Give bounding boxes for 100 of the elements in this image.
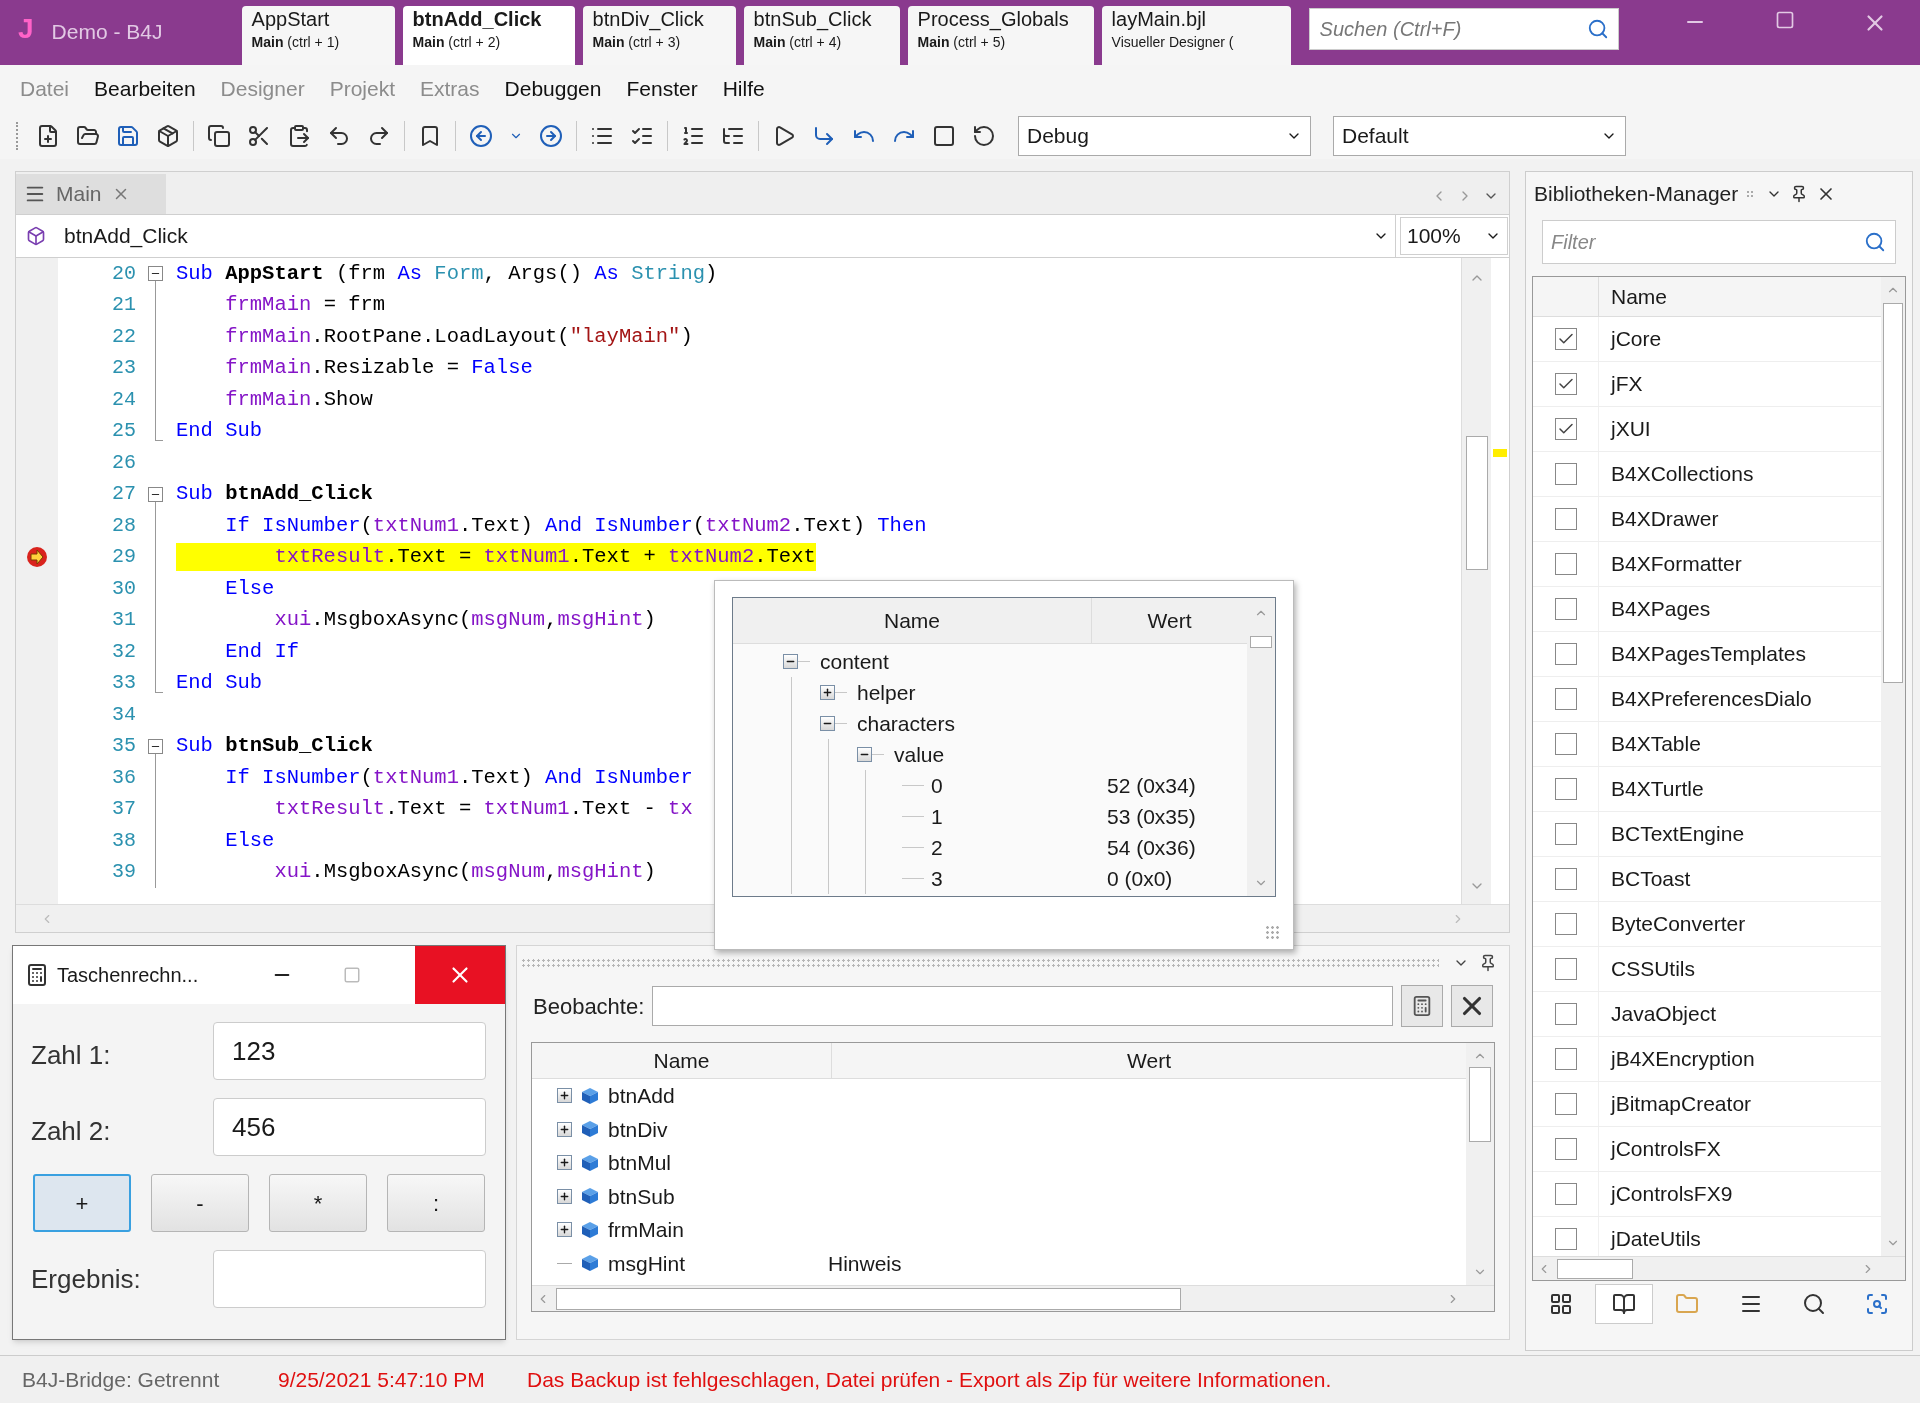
collapse-icon[interactable] [820, 716, 835, 731]
resize-grip[interactable] [1265, 925, 1279, 939]
file-tab[interactable]: btnSub_Click Main (ctrl + 4) [743, 6, 900, 65]
library-name[interactable]: B4XTurtle [1599, 773, 1704, 805]
library-name[interactable]: jControlsFX9 [1599, 1178, 1733, 1210]
fold-toggle-icon[interactable] [148, 266, 163, 281]
library-checkbox[interactable] [1554, 643, 1577, 665]
scrollbar-thumb[interactable] [1557, 1258, 1633, 1279]
library-checkbox[interactable] [1554, 778, 1577, 800]
collapse-icon[interactable] [857, 747, 872, 762]
library-checkbox[interactable] [1554, 553, 1577, 575]
file-tab[interactable]: btnAdd_Click Main (ctrl + 2) [402, 6, 575, 65]
cut-icon[interactable] [247, 124, 271, 148]
library-checkbox[interactable] [1554, 1048, 1577, 1070]
expand-icon[interactable] [557, 1155, 572, 1171]
expand-icon[interactable] [820, 685, 835, 700]
library-name[interactable]: jControlsFX [1599, 1133, 1721, 1165]
column-header[interactable]: Name [532, 1043, 832, 1078]
library-name[interactable]: BCTextEngine [1599, 818, 1745, 850]
vertical-scrollbar[interactable] [1466, 1043, 1494, 1285]
library-name[interactable]: B4XTable [1599, 728, 1701, 760]
expand-icon[interactable] [557, 1188, 572, 1204]
expand-icon[interactable] [557, 1121, 572, 1137]
scrollbar-thumb[interactable] [1465, 436, 1488, 570]
clear-button[interactable] [1451, 985, 1493, 1027]
back-icon[interactable] [469, 124, 493, 148]
library-checkbox[interactable] [1554, 958, 1577, 980]
collapse-icon[interactable] [783, 654, 798, 669]
scrollbar-thumb[interactable] [1883, 303, 1903, 683]
library-checkbox[interactable] [1554, 373, 1577, 395]
library-checkbox[interactable] [1554, 418, 1577, 440]
library-name[interactable]: JavaObject [1599, 998, 1717, 1030]
search-field[interactable]: Suchen (Ctrl+F) [1308, 8, 1619, 50]
library-name[interactable]: ByteConverter [1599, 908, 1746, 940]
library-name[interactable]: B4XPages [1599, 593, 1711, 625]
menu-item[interactable]: Debuggen [504, 73, 602, 105]
horizontal-scrollbar[interactable] [532, 1285, 1494, 1311]
panel-tab[interactable] [1595, 1284, 1653, 1324]
build-config-dropdown[interactable]: Debug [1018, 116, 1311, 156]
scrollbar-thumb[interactable] [556, 1287, 1181, 1310]
library-name[interactable]: jDateUtils [1599, 1223, 1701, 1255]
variable-name[interactable]: btnDiv [608, 1113, 828, 1145]
operator-button[interactable]: * [269, 1174, 367, 1232]
tree-node-name[interactable]: content [820, 645, 889, 678]
library-checkbox[interactable] [1554, 913, 1577, 935]
expand-icon[interactable] [557, 1088, 572, 1104]
library-checkbox[interactable] [1554, 1228, 1577, 1250]
tree-node-name[interactable]: 1 [931, 800, 943, 833]
column-header[interactable]: Wert [832, 1043, 1466, 1078]
operator-button[interactable]: + [33, 1174, 131, 1232]
library-name[interactable]: B4XCollections [1599, 458, 1754, 490]
library-name[interactable]: B4XDrawer [1599, 503, 1719, 535]
library-checkbox[interactable] [1554, 328, 1577, 350]
scrollbar-thumb[interactable] [1469, 1067, 1491, 1142]
horizontal-scrollbar[interactable] [1533, 1256, 1905, 1280]
fold-toggle-icon[interactable] [148, 738, 163, 754]
variable-name[interactable]: frmMain [608, 1214, 828, 1246]
library-checkbox[interactable] [1554, 1138, 1577, 1160]
watch-input[interactable] [652, 986, 1393, 1026]
library-checkbox[interactable] [1554, 463, 1577, 485]
column-header[interactable]: Wert [1092, 598, 1247, 643]
library-name[interactable]: jBitmapCreator [1599, 1088, 1752, 1120]
file-tab[interactable]: layMain.bjl Visueller Designer ( [1101, 6, 1291, 65]
fold-toggle-icon[interactable] [148, 486, 163, 502]
number-field[interactable]: 456 [213, 1098, 486, 1156]
library-name[interactable]: B4XPreferencesDialo [1599, 683, 1812, 715]
undo-icon[interactable] [327, 124, 351, 148]
tree-node-name[interactable]: characters [857, 707, 956, 740]
theme-dropdown[interactable]: Default [1333, 116, 1626, 156]
library-checkbox[interactable] [1554, 688, 1577, 710]
package-icon[interactable] [156, 124, 180, 148]
paste-icon[interactable] [287, 124, 311, 148]
variable-name[interactable]: msgHint [608, 1247, 828, 1279]
folder-icon[interactable] [76, 124, 100, 148]
tree-node-name[interactable]: 0 [931, 769, 943, 802]
tree-node-name[interactable]: helper [857, 676, 916, 709]
new-file-icon[interactable] [36, 124, 60, 148]
operator-button[interactable]: : [387, 1174, 485, 1232]
menu-item[interactable]: Fenster [626, 73, 698, 105]
library-name[interactable]: CSSUtils [1599, 953, 1695, 985]
column-header[interactable]: Name [733, 598, 1092, 643]
library-name[interactable]: B4XFormatter [1599, 548, 1742, 580]
operator-button[interactable]: - [151, 1174, 249, 1232]
variable-name[interactable]: btnSub [608, 1180, 828, 1212]
library-name[interactable]: jCore [1599, 323, 1662, 355]
vertical-scrollbar[interactable] [1461, 258, 1491, 904]
file-tab[interactable]: AppStart Main (ctrl + 1) [241, 6, 395, 65]
vertical-scrollbar[interactable] [1247, 598, 1275, 896]
variable-name[interactable]: btnAdd [608, 1080, 828, 1112]
vertical-scrollbar[interactable] [1881, 277, 1905, 1256]
library-name[interactable]: jB4XEncryption [1599, 1043, 1755, 1075]
menu-item[interactable]: Bearbeiten [94, 73, 196, 105]
forward-icon[interactable] [539, 124, 563, 148]
result-field[interactable] [213, 1250, 486, 1308]
menu-item[interactable]: Hilfe [722, 73, 765, 105]
expand-icon[interactable] [557, 1222, 572, 1238]
library-name[interactable]: jXUI [1599, 413, 1651, 445]
redo-icon[interactable] [367, 124, 391, 148]
file-tab[interactable]: btnDiv_Click Main (ctrl + 3) [582, 6, 736, 65]
copy-icon[interactable] [207, 124, 231, 148]
